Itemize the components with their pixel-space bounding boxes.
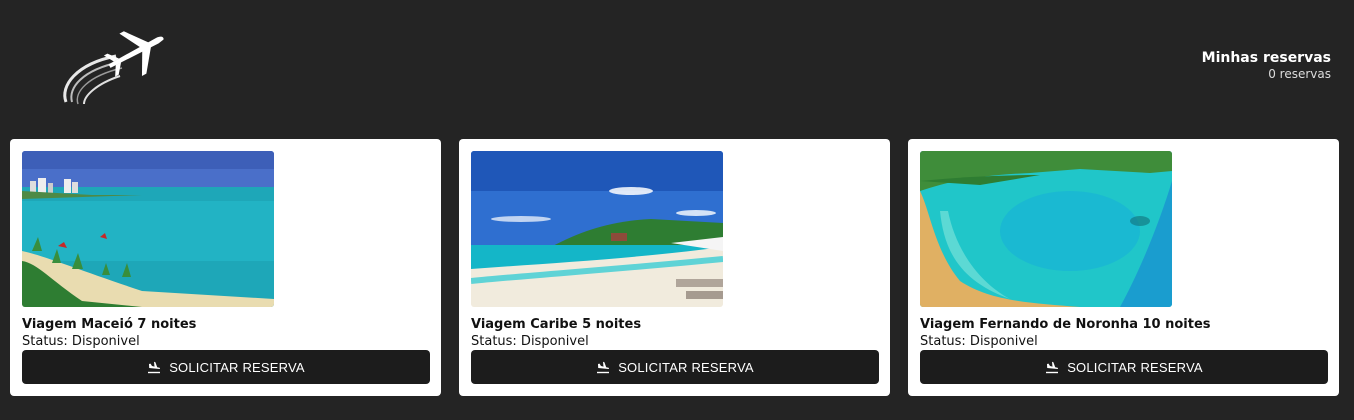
request-reservation-label: SOLICITAR RESERVA — [169, 359, 305, 375]
flight-land-icon — [596, 360, 610, 374]
reservations-summary[interactable]: Minhas reservas 0 reservas — [1202, 50, 1331, 82]
trip-name: Viagem Fernando de Noronha 10 noites — [920, 317, 1211, 332]
trip-name: Viagem Caribe 5 noites — [471, 317, 642, 332]
trip-list: Viagem Maceió 7 noites Status: Disponive… — [10, 139, 1341, 396]
request-reservation-label: SOLICITAR RESERVA — [618, 359, 754, 375]
trip-status: Status: Disponivel — [471, 334, 589, 349]
request-reservation-label: SOLICITAR RESERVA — [1067, 359, 1203, 375]
flight-land-icon — [1045, 360, 1059, 374]
trip-image-noronha — [920, 151, 1172, 307]
request-reservation-button[interactable]: SOLICITAR RESERVA — [471, 350, 879, 384]
reservations-title[interactable]: Minhas reservas — [1202, 50, 1331, 67]
trip-image-caribe — [471, 151, 723, 307]
trip-status: Status: Disponivel — [22, 334, 140, 349]
trip-card: Viagem Maceió 7 noites Status: Disponive… — [10, 139, 441, 396]
request-reservation-button[interactable]: SOLICITAR RESERVA — [22, 350, 430, 384]
trip-name: Viagem Maceió 7 noites — [22, 317, 197, 332]
reservations-count: 0 reservas — [1268, 67, 1331, 81]
trip-card: Viagem Caribe 5 noites Status: Disponive… — [459, 139, 890, 396]
airplane-logo-icon — [58, 24, 168, 108]
trip-status: Status: Disponivel — [920, 334, 1038, 349]
flight-land-icon — [147, 360, 161, 374]
request-reservation-button[interactable]: SOLICITAR RESERVA — [920, 350, 1328, 384]
trip-card: Viagem Fernando de Noronha 10 noites Sta… — [908, 139, 1339, 396]
trip-image-maceio — [22, 151, 274, 307]
